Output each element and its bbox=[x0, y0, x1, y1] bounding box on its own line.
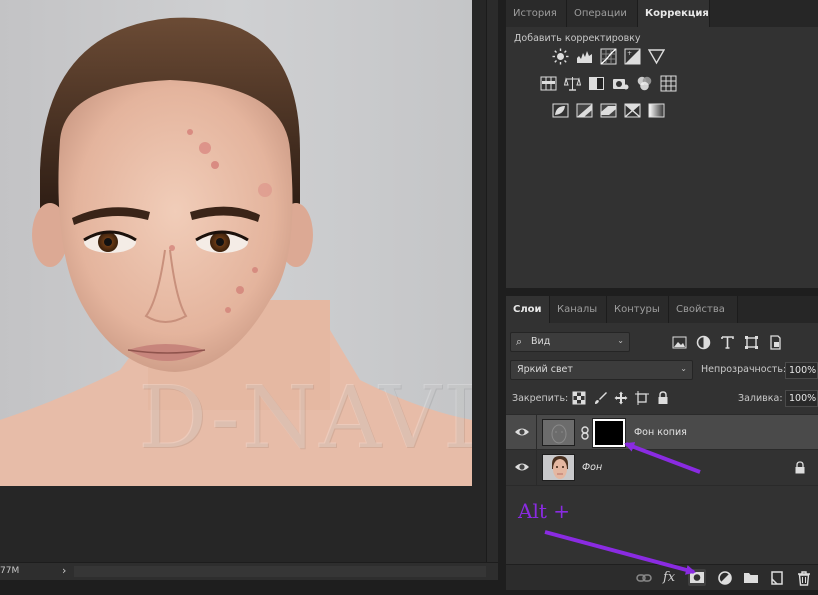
add-adjustment-label: Добавить корректировку bbox=[514, 33, 641, 44]
layer-thumbnail bbox=[542, 454, 575, 481]
new-group-icon[interactable] bbox=[743, 570, 759, 586]
channel-mixer-icon[interactable] bbox=[636, 75, 653, 92]
layer-thumbnail bbox=[542, 419, 575, 446]
status-menu-arrow[interactable]: › bbox=[62, 564, 66, 577]
color-lookup-icon[interactable] bbox=[660, 75, 677, 92]
mask-link-icon[interactable] bbox=[580, 426, 590, 440]
adjustment-filter-icon[interactable] bbox=[696, 335, 711, 350]
blend-mode-select[interactable]: Яркий свет ⌄ bbox=[510, 360, 693, 380]
tab-history[interactable]: История bbox=[506, 0, 567, 27]
selective-color-icon[interactable] bbox=[624, 102, 641, 119]
tab-actions[interactable]: Операции bbox=[567, 0, 638, 27]
layer-row-fon-kopiya[interactable]: Фон копия bbox=[506, 414, 818, 451]
lock-artboard-icon[interactable] bbox=[635, 391, 649, 405]
canvas-vertical-scrollbar[interactable] bbox=[486, 0, 498, 562]
gradient-triangle-icon[interactable] bbox=[648, 48, 665, 65]
search-icon: ⌕ bbox=[516, 335, 523, 348]
layer-filter-select[interactable]: ⌕ Вид ⌄ bbox=[510, 332, 630, 352]
lock-position-icon[interactable] bbox=[614, 391, 628, 405]
color-balance-icon[interactable] bbox=[564, 75, 581, 92]
type-filter-icon[interactable] bbox=[720, 335, 735, 350]
opacity-input[interactable]: 100% bbox=[785, 362, 818, 379]
shape-filter-icon[interactable] bbox=[744, 335, 759, 350]
add-mask-icon[interactable] bbox=[688, 569, 706, 586]
tab-paths[interactable]: Контуры bbox=[607, 296, 669, 323]
gradient-map-icon[interactable] bbox=[648, 102, 665, 119]
brightness-contrast-icon[interactable] bbox=[552, 48, 569, 65]
tab-adjustments[interactable]: Коррекция bbox=[638, 0, 710, 27]
visibility-eye-icon[interactable] bbox=[514, 460, 530, 474]
blend-mode-value: Яркий свет bbox=[517, 364, 573, 375]
canvas-horizontal-scrollbar[interactable] bbox=[74, 566, 486, 577]
tab-properties[interactable]: Свойства bbox=[669, 296, 738, 323]
threshold-icon[interactable] bbox=[600, 102, 617, 119]
pixel-filter-icon[interactable] bbox=[672, 335, 687, 350]
adjustments-tabbar: История Операции Коррекция bbox=[506, 0, 818, 27]
eye-separator bbox=[536, 450, 537, 486]
fill-input[interactable]: 100% bbox=[785, 390, 818, 407]
invert-icon[interactable] bbox=[552, 102, 569, 119]
visibility-eye-icon[interactable] bbox=[514, 425, 530, 439]
svg-text:+: + bbox=[627, 50, 632, 57]
layer-row-fon[interactable]: Фон bbox=[506, 450, 818, 486]
black-white-icon[interactable] bbox=[588, 75, 605, 92]
lock-label: Закрепить: bbox=[512, 393, 569, 404]
curves-icon[interactable] bbox=[600, 48, 617, 65]
posterize-icon[interactable] bbox=[576, 102, 593, 119]
tab-channels[interactable]: Каналы bbox=[550, 296, 607, 323]
status-bar: 77M › bbox=[0, 562, 498, 580]
adjustment-layer-icon[interactable] bbox=[717, 570, 733, 586]
levels-icon[interactable] bbox=[576, 48, 593, 65]
chevron-down-icon: ⌄ bbox=[617, 336, 624, 345]
vibrance-icon[interactable] bbox=[540, 75, 557, 92]
exposure-icon[interactable]: + bbox=[624, 48, 641, 65]
tab-layers[interactable]: Слои bbox=[506, 296, 550, 323]
layer-filter-value: Вид bbox=[531, 336, 551, 347]
chevron-down-icon: ⌄ bbox=[680, 364, 687, 373]
annotation-alt-label: Alt + bbox=[518, 499, 570, 523]
link-layers-icon[interactable] bbox=[636, 570, 652, 586]
lock-all-icon[interactable] bbox=[656, 391, 670, 405]
fill-label: Заливка: bbox=[738, 393, 783, 404]
doc-size-text: 77M bbox=[0, 566, 20, 576]
layer-mask-thumbnail[interactable] bbox=[592, 418, 626, 448]
delete-layer-icon[interactable] bbox=[796, 570, 812, 586]
adjustments-panel: История Операции Коррекция Добавить корр… bbox=[506, 0, 818, 288]
new-layer-icon[interactable] bbox=[769, 570, 785, 586]
eye-separator bbox=[536, 415, 537, 451]
layers-panel: Слои Каналы Контуры Свойства ⌕ Вид ⌄ Ярк… bbox=[506, 296, 818, 590]
portrait-photo: D-NAVI bbox=[0, 0, 472, 486]
layers-footer-toolbar: fx bbox=[506, 564, 818, 590]
layer-name[interactable]: Фон копия bbox=[634, 427, 687, 438]
opacity-label: Непрозрачность: bbox=[701, 364, 787, 375]
layer-locked-icon[interactable] bbox=[794, 461, 806, 474]
photo-filter-icon[interactable] bbox=[612, 75, 629, 92]
lock-transparency-icon[interactable] bbox=[572, 391, 586, 405]
fx-icon[interactable]: fx bbox=[663, 570, 679, 586]
layers-tabbar: Слои Каналы Контуры Свойства bbox=[506, 296, 818, 323]
lock-brush-icon[interactable] bbox=[593, 391, 607, 405]
layer-name[interactable]: Фон bbox=[582, 462, 602, 473]
watermark-text: D-NAVI bbox=[138, 368, 472, 468]
smart-object-filter-icon[interactable] bbox=[768, 335, 783, 350]
document-canvas[interactable]: D-NAVI bbox=[0, 0, 486, 562]
